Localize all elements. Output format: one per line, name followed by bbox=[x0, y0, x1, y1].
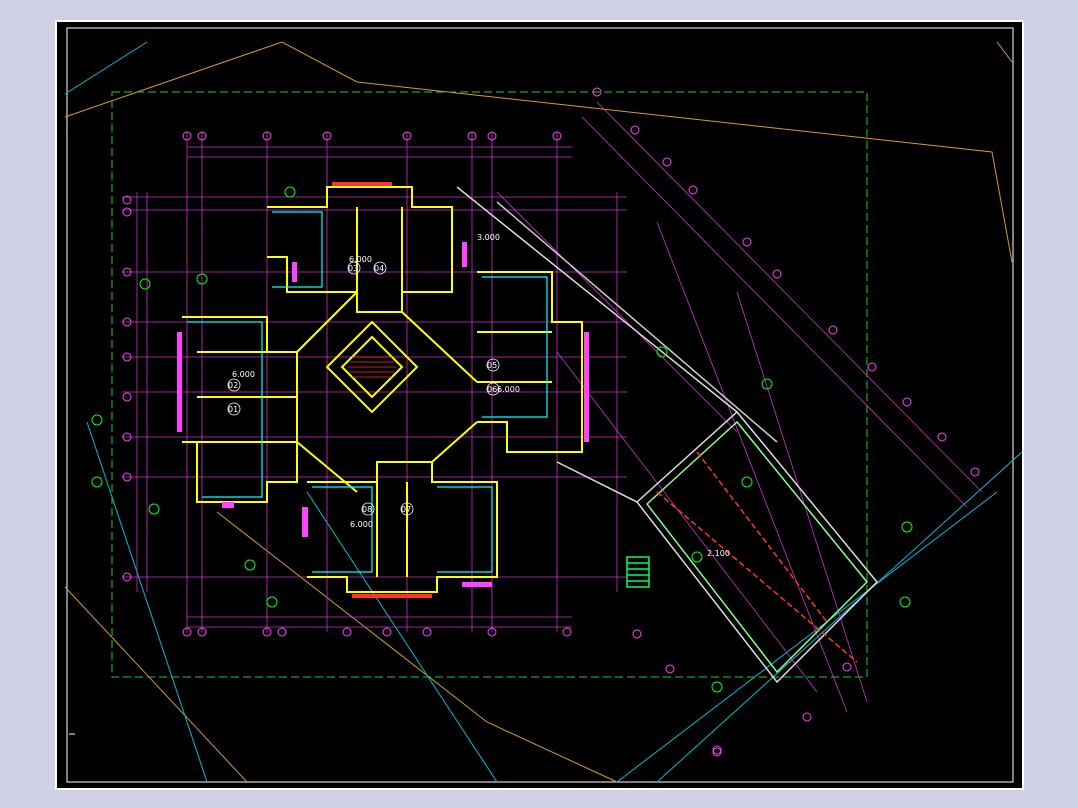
axis-grid bbox=[122, 101, 983, 713]
floor-plan-drawing[interactable]: 6.000 6.000 3.000 6.000 6.000 2.100 03 0… bbox=[57, 22, 1022, 788]
elevation-3: 3.000 bbox=[477, 233, 500, 242]
core-stairs bbox=[348, 356, 396, 378]
unit-01: 01 bbox=[228, 405, 238, 414]
elevation-5: 6.000 bbox=[350, 520, 373, 529]
annex-structure bbox=[456, 186, 879, 684]
elevation-2: 6.000 bbox=[232, 370, 255, 379]
grid-bubbles bbox=[122, 87, 980, 755]
unit-03: 03 bbox=[348, 264, 358, 273]
cyan-lines bbox=[64, 41, 1022, 783]
unit-04: 04 bbox=[374, 264, 384, 273]
window-marks bbox=[177, 182, 589, 598]
drawing-frame[interactable]: 6.000 6.000 3.000 6.000 6.000 2.100 03 0… bbox=[55, 20, 1024, 790]
inner-border bbox=[66, 27, 1014, 783]
unit-02: 02 bbox=[228, 381, 238, 390]
unit-08: 08 bbox=[362, 505, 372, 514]
green-tags bbox=[91, 186, 913, 693]
unit-05: 05 bbox=[487, 361, 497, 370]
unit-06: 06 bbox=[487, 385, 497, 394]
marker-circle bbox=[712, 747, 722, 757]
elevation-1: 6.000 bbox=[349, 255, 372, 264]
elevation-4: 6.000 bbox=[497, 385, 520, 394]
elevation-6: 2.100 bbox=[707, 549, 730, 558]
cad-viewport[interactable]: 6.000 6.000 3.000 6.000 6.000 2.100 03 0… bbox=[0, 0, 1078, 808]
site-boundary bbox=[64, 41, 1013, 783]
unit-07: 07 bbox=[401, 505, 411, 514]
